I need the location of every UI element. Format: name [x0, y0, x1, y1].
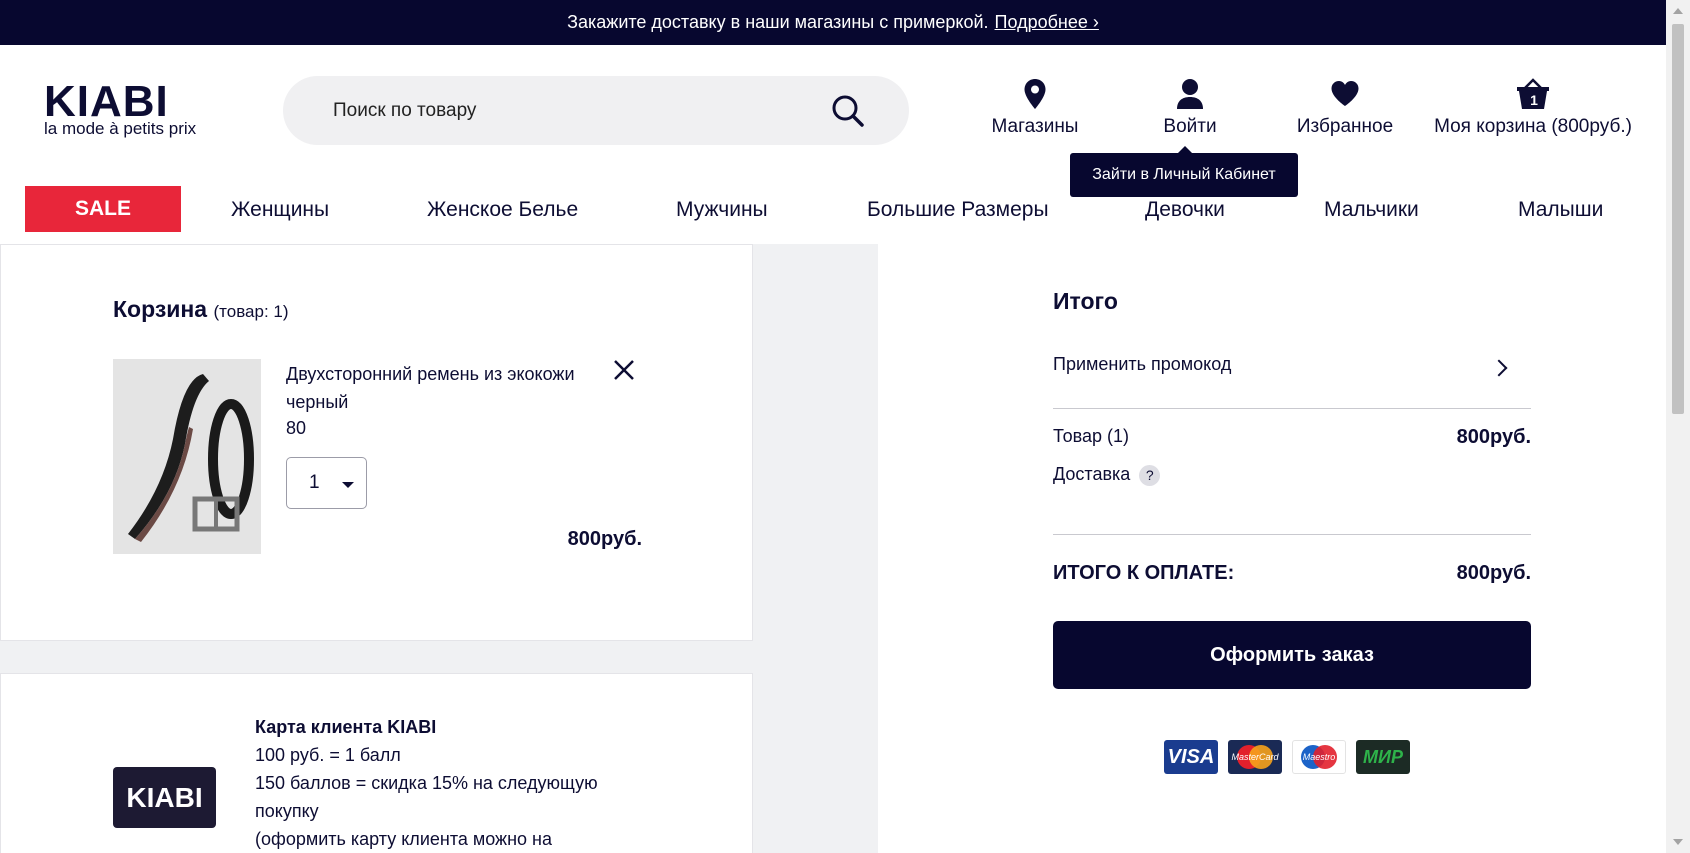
login-link[interactable]: Войти: [1150, 78, 1230, 138]
product-name[interactable]: Двухсторонний ремень из экокожи черный: [286, 360, 596, 416]
cart-title-text: Корзина: [113, 296, 208, 322]
favorites-link[interactable]: Избранное: [1290, 78, 1400, 138]
login-label: Войти: [1163, 116, 1217, 137]
checkout-button[interactable]: Оформить заказ: [1053, 621, 1531, 689]
kiabi-logo[interactable]: KIABI la mode à petits prix: [44, 77, 209, 138]
mastercard-text: MasterCard: [1231, 752, 1279, 762]
loyalty-card-logo: KIABI: [113, 767, 216, 828]
heart-icon: [1331, 81, 1359, 106]
visa-text: VISA: [1167, 745, 1215, 768]
nav-boys[interactable]: Мальчики: [1324, 198, 1419, 222]
cart-link[interactable]: 1 Моя корзина (800руб.): [1418, 78, 1648, 138]
visa-logo: VISA: [1164, 740, 1218, 774]
product-size: 80: [286, 418, 307, 438]
help-icon[interactable]: ?: [1139, 464, 1161, 486]
promo-bar: Закажите доставку в наши магазины с прим…: [0, 0, 1666, 45]
quantity-select[interactable]: 1: [286, 457, 367, 509]
main-nav: SALE Женщины Женское Белье Мужчины Больш…: [0, 182, 1666, 244]
cart-item-count: (товар: 1): [213, 302, 289, 321]
items-label: Товар (1): [1053, 426, 1129, 446]
scrollbar-thumb[interactable]: [1672, 24, 1684, 414]
total-value: 800руб.: [1456, 562, 1531, 584]
nav-lingerie[interactable]: Женское Белье: [427, 198, 578, 222]
search-icon[interactable]: [831, 94, 865, 128]
belt-picture: [113, 359, 261, 554]
summary-title: Итого: [1053, 288, 1118, 314]
quantity-value: 1: [309, 472, 320, 493]
nav-girls[interactable]: Девочки: [1145, 198, 1225, 222]
page-scrollbar[interactable]: [1666, 0, 1690, 853]
loyalty-line-1: 100 руб. = 1 балл: [255, 745, 401, 765]
stores-link[interactable]: Магазины: [990, 78, 1080, 138]
promo-text: Закажите доставку в наши магазины с прим…: [567, 12, 989, 32]
logo-tagline: la mode à petits prix: [44, 119, 197, 138]
close-icon[interactable]: [612, 358, 636, 382]
nav-plus-size[interactable]: Большие Размеры: [867, 198, 1049, 222]
search-input[interactable]: [333, 99, 813, 122]
total-row: ИТОГО К ОПЛАТЕ: 800руб.: [1053, 562, 1531, 585]
product-image[interactable]: [113, 359, 261, 554]
promo-more-link[interactable]: Подробнее ›: [995, 12, 1099, 33]
delivery-label: Доставка: [1053, 464, 1131, 484]
nav-men[interactable]: Мужчины: [676, 198, 768, 222]
chevron-down-icon: [342, 482, 354, 488]
map-pin-icon: [1024, 79, 1046, 109]
logo-brand: KIABI: [44, 77, 169, 126]
promo-code-toggle[interactable]: Применить промокод: [1053, 354, 1531, 390]
nav-babies[interactable]: Малыши: [1518, 198, 1603, 222]
maestro-logo: Maestro: [1292, 740, 1346, 774]
cart-title: Корзина (товар: 1): [113, 296, 289, 323]
cart-label: Моя корзина (800руб.): [1434, 116, 1632, 137]
nav-women[interactable]: Женщины: [231, 198, 329, 222]
total-label: ИТОГО К ОПЛАТЕ:: [1053, 562, 1235, 584]
mastercard-logo: MasterCard: [1228, 740, 1282, 774]
stores-label: Магазины: [991, 116, 1079, 137]
product-price: 800руб.: [567, 528, 642, 550]
items-row: Товар (1) 800руб.: [1053, 426, 1531, 448]
nav-sale[interactable]: SALE: [25, 186, 181, 232]
favorites-label: Избранное: [1296, 116, 1394, 137]
chevron-right-icon: [1490, 359, 1508, 377]
maestro-text: Maestro: [1302, 752, 1336, 762]
search-bar: [283, 76, 909, 145]
summary-divider: [1053, 408, 1531, 409]
scroll-down-arrow[interactable]: [1673, 839, 1683, 845]
scroll-up-arrow[interactable]: [1673, 8, 1683, 14]
items-value: 800руб.: [1456, 426, 1531, 448]
promo-code-label: Применить промокод: [1053, 354, 1232, 374]
cart-count-badge: 1: [1530, 92, 1538, 108]
user-icon: [1177, 79, 1203, 109]
loyalty-line-3: (оформить карту клиента можно на: [255, 829, 552, 849]
loyalty-line-2: 150 баллов = скидка 15% на следующую пок…: [255, 773, 598, 821]
loyalty-title: Карта клиента KIABI: [255, 717, 437, 737]
loyalty-text: Карта клиента KIABI 100 руб. = 1 балл 15…: [255, 713, 665, 853]
summary-divider: [1053, 534, 1531, 535]
mir-text: МИР: [1363, 746, 1403, 767]
mir-logo: МИР: [1356, 740, 1410, 774]
delivery-row: Доставка ?: [1053, 464, 1531, 486]
